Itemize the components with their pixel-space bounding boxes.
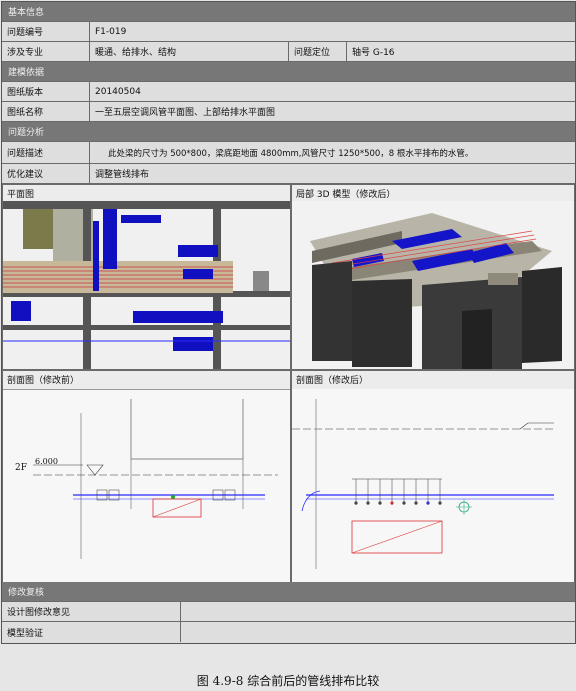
- section-after-panel: 剖面图（修改后）: [291, 370, 575, 583]
- model3d-panel: 局部 3D 模型（修改后）: [291, 184, 575, 370]
- suggest-row: 优化建议 调整管线排布: [2, 164, 575, 184]
- section-after-drawing: [292, 389, 574, 583]
- section-header-basic-info: 基本信息: [2, 2, 575, 22]
- desc-row: 问题描述 此处梁的尺寸为 500*800，梁底距地面 4800mm,风管尺寸 1…: [2, 142, 575, 164]
- analysis-header: 问题分析: [8, 128, 45, 138]
- section-level-label: 2F: [15, 463, 27, 473]
- model-verify-label: 模型验证: [2, 622, 181, 642]
- version-row: 图纸版本 20140504: [2, 82, 575, 102]
- discipline-label: 涉及专业: [2, 42, 90, 61]
- version-value: 20140504: [95, 86, 141, 97]
- discipline-value: 暖通、给排水、结构: [90, 42, 289, 61]
- section-before-drawing: [3, 389, 290, 583]
- design-review-value[interactable]: [181, 602, 575, 621]
- section-header-review: 修改复核: [2, 582, 575, 602]
- drawing-name-value: 一至五层空调风管平面图、上部给排水平面图: [95, 108, 276, 118]
- desc-value: 此处梁的尺寸为 500*800，梁底距地面 4800mm,风管尺寸 1250*5…: [108, 148, 474, 159]
- version-label: 图纸版本: [2, 82, 90, 101]
- plan-title: 平面图: [7, 190, 35, 200]
- section-before-panel: 剖面图（修改前） 2F 6.000: [2, 370, 291, 583]
- location-label: 问题定位: [289, 42, 347, 61]
- suggest-label: 优化建议: [2, 164, 90, 183]
- basis-header: 建模依据: [8, 68, 45, 78]
- drawing-name-label: 图纸名称: [2, 102, 90, 121]
- design-review-row: 设计图修改意见: [2, 602, 575, 622]
- drawing-name-row: 图纸名称 一至五层空调风管平面图、上部给排水平面图: [2, 102, 575, 122]
- section-header-basis: 建模依据: [2, 62, 575, 82]
- discipline-row: 涉及专业 暖通、给排水、结构 问题定位 轴号 G-16: [2, 42, 575, 62]
- issue-no-row: 问题编号 F1-019: [2, 22, 575, 42]
- plan-panel: 平面图: [2, 184, 291, 370]
- location-value: 轴号 G-16: [352, 48, 395, 58]
- issue-no-label: 问题编号: [2, 22, 90, 41]
- plan-drawing: [3, 201, 290, 369]
- model-verify-row: 模型验证: [2, 622, 575, 642]
- section-after-title: 剖面图（修改后）: [296, 376, 369, 386]
- section-header-analysis: 问题分析: [2, 122, 575, 142]
- suggest-value: 调整管线排布: [95, 170, 150, 180]
- model3d-title: 局部 3D 模型（修改后）: [296, 190, 396, 200]
- desc-label: 问题描述: [2, 142, 90, 163]
- model-verify-value[interactable]: [181, 622, 575, 642]
- design-review-label: 设计图修改意见: [2, 602, 181, 621]
- issue-form: 基本信息 问题编号 F1-019 涉及专业 暖通、给排水、结构 问题定位 轴号 …: [1, 1, 576, 644]
- issue-no-value: F1-019: [95, 26, 127, 37]
- basic-info-header: 基本信息: [8, 8, 45, 18]
- figure-caption: 图 4.9-8 综合前后的管线排布比较: [196, 674, 380, 688]
- review-header: 修改复核: [8, 588, 45, 598]
- model3d-drawing: [292, 201, 574, 369]
- section-before-title: 剖面图（修改前）: [7, 376, 80, 386]
- section-level-value: 6.000: [35, 457, 58, 466]
